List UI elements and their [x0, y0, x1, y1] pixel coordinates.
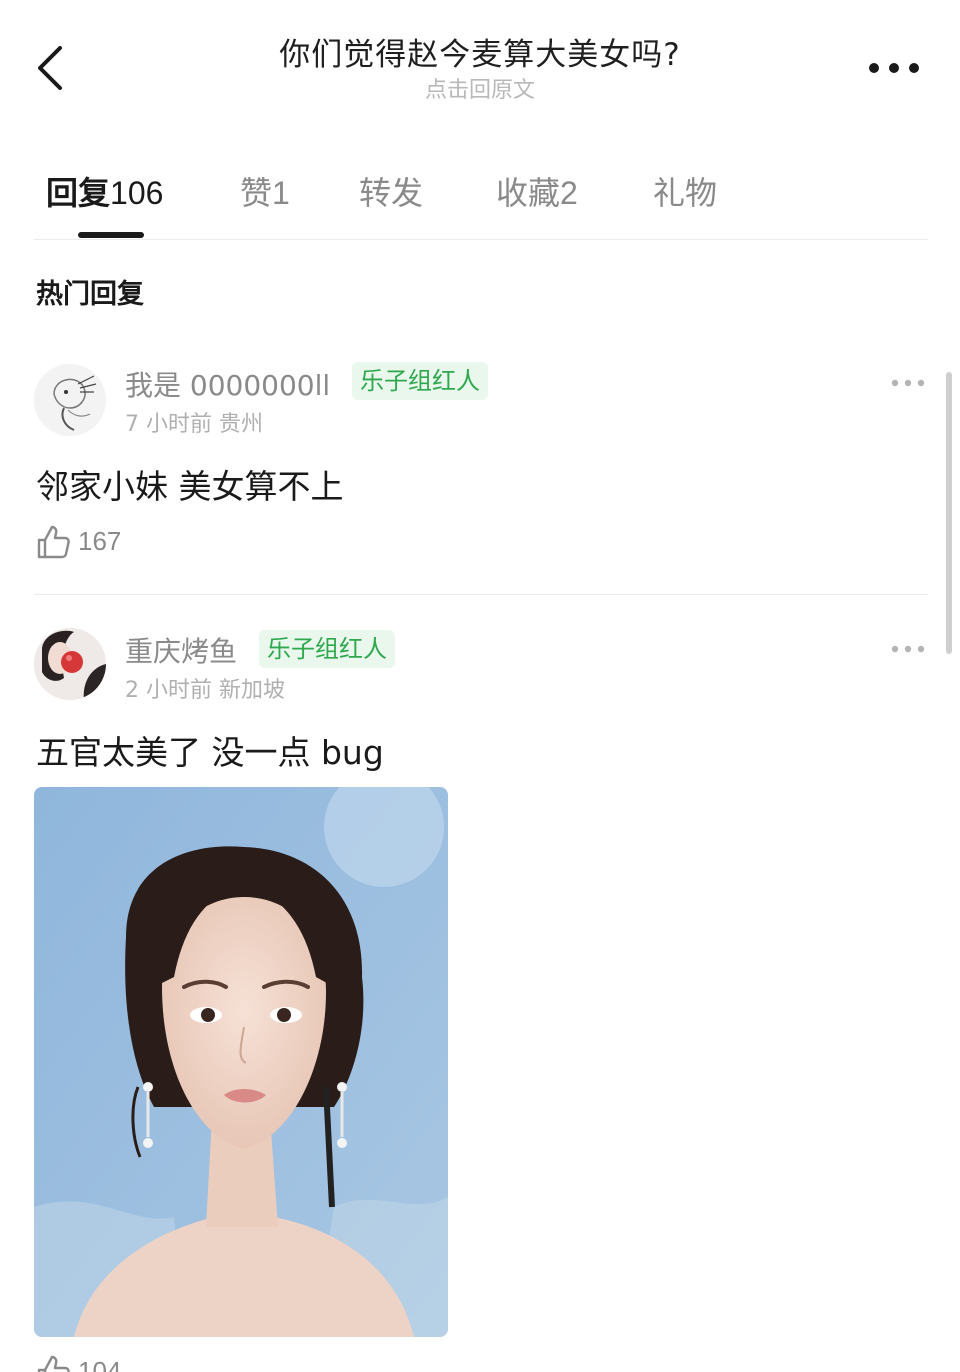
more-horizontal-icon: [869, 63, 919, 73]
avatar[interactable]: [34, 364, 106, 436]
tab-label: 礼物: [653, 174, 718, 212]
more-options-button[interactable]: [866, 50, 922, 86]
more-horizontal-icon: [891, 379, 925, 387]
tab-count: 1: [272, 175, 290, 211]
tab-gifts[interactable]: 礼物: [653, 168, 717, 214]
tab-replies[interactable]: 回复106: [46, 168, 163, 214]
thumbs-up-icon: [37, 1355, 70, 1372]
tab-label: 赞: [240, 174, 273, 212]
user-badge: 乐子组红人: [352, 362, 488, 400]
comment-more-button[interactable]: [890, 640, 926, 653]
tab-bar: 回复106 赞1 转发 收藏2 礼物: [34, 160, 928, 240]
section-title: 热门回复: [36, 279, 144, 310]
like-count: 104: [78, 1356, 122, 1372]
comment-image[interactable]: [34, 787, 448, 1337]
like-button[interactable]: 167: [36, 524, 176, 564]
sketch-avatar-icon: [34, 364, 106, 436]
tab-count: 2: [560, 175, 578, 211]
portrait-avatar-icon: [34, 628, 106, 700]
top-bar: 你们觉得赵今麦算大美女吗? 点击回原文: [0, 0, 960, 120]
user-badge: 乐子组红人: [259, 630, 395, 668]
tab-count: 106: [110, 175, 164, 211]
comment-meta: 2 小时前 新加坡: [125, 678, 285, 703]
tab-reposts[interactable]: 转发: [359, 168, 423, 214]
more-horizontal-icon: [891, 645, 925, 653]
chevron-left-icon: [38, 46, 62, 90]
scrollbar[interactable]: [946, 372, 952, 654]
portrait-photo: [34, 787, 448, 1337]
title-area[interactable]: 你们觉得赵今麦算大美女吗? 点击回原文: [200, 34, 760, 106]
comment-meta: 7 小时前 贵州: [125, 412, 263, 437]
username[interactable]: 我是 0000000ll: [125, 364, 330, 404]
post-title[interactable]: 你们觉得赵今麦算大美女吗?: [200, 34, 760, 76]
tab-label: 转发: [359, 174, 424, 212]
back-to-original-link[interactable]: 点击回原文: [200, 76, 760, 106]
comment-text: 五官太美了 没一点 bug: [36, 733, 384, 772]
divider: [34, 594, 928, 595]
like-button[interactable]: 104: [36, 1354, 176, 1372]
back-button[interactable]: [30, 40, 78, 96]
tab-label: 回复: [46, 174, 111, 212]
comment-more-button[interactable]: [890, 374, 926, 387]
comment-text: 邻家小妹 美女算不上: [36, 467, 344, 506]
avatar[interactable]: [34, 628, 106, 700]
active-tab-indicator: [78, 232, 144, 238]
tab-label: 收藏: [496, 174, 561, 212]
username[interactable]: 重庆烤鱼: [125, 630, 237, 670]
thumbs-up-icon: [37, 525, 70, 559]
tab-favorites[interactable]: 收藏2: [496, 168, 578, 214]
like-count: 167: [78, 526, 122, 556]
tab-likes[interactable]: 赞1: [240, 168, 290, 214]
